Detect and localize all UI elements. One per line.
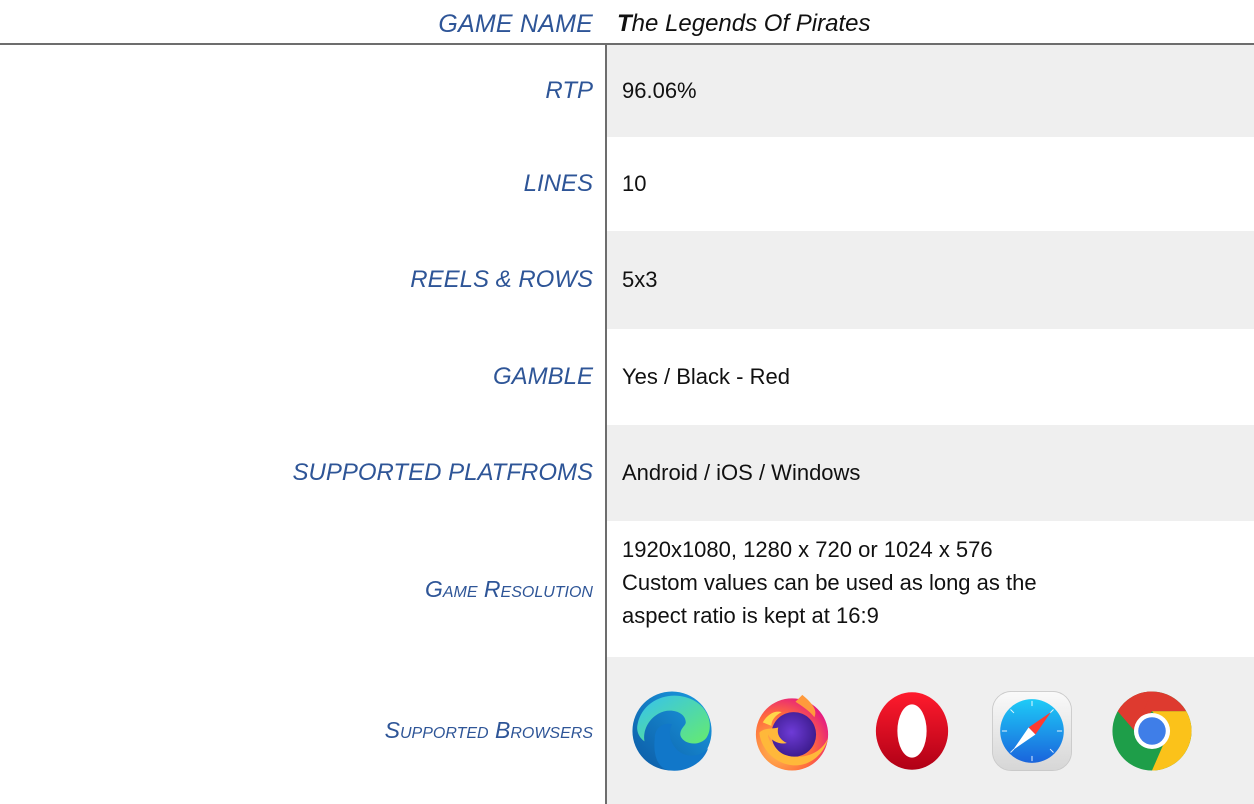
game-name-label: GAME NAME [438,10,593,38]
reels-rows-row: REELS & ROWS 5x3 [0,231,1254,329]
resolution-value: 1920x1080, 1280 x 720 or 1024 x 576 Cust… [607,521,1254,657]
lines-label: LINES [523,170,593,197]
resolution-line-3: aspect ratio is kept at 16:9 [622,603,879,628]
opera-icon [875,691,949,770]
edge-icon [632,690,712,771]
chrome-icon [1112,690,1192,771]
browsers-row: Supported Browsers [0,657,1254,804]
platforms-label: SUPPORTED PLATFROMS [292,459,594,486]
reels-rows-value: 5x3 [607,231,1254,329]
game-name-rest: he Legends Of Pirates [631,10,871,37]
header-row: GAME NAME The Legends Of Pirates [0,0,1254,43]
rtp-value: 96.06% [607,45,1254,137]
rtp-row: RTP 96.06% [0,45,1254,137]
safari-icon [992,690,1072,771]
game-name-initial: T [617,10,632,37]
platforms-row: SUPPORTED PLATFROMS Android / iOS / Wind… [0,425,1254,521]
game-info-table: GAME NAME The Legends Of Pirates RTP 96.… [0,0,1254,804]
lines-value: 10 [622,171,647,196]
rtp-label: RTP [545,77,593,104]
gamble-value: Yes / Black - Red [622,364,790,389]
column-divider [605,44,607,804]
gamble-label: GAMBLE [492,363,593,390]
resolution-line-1: 1920x1080, 1280 x 720 or 1024 x 576 [622,537,993,562]
reels-rows-label: REELS & ROWS [410,266,593,293]
firefox-icon [755,694,829,771]
browser-icons [607,657,1254,804]
game-name-value: The Legends Of Pirates [617,4,871,44]
gamble-row: GAMBLE Yes / Black - Red [0,329,1254,425]
browsers-label: Supported Browsers [384,717,593,743]
lines-row: LINES 10 [0,137,1254,231]
resolution-line-2: Custom values can be used as long as the [622,570,1037,595]
resolution-label: Game Resolution [424,575,593,602]
resolution-row: Game Resolution 1920x1080, 1280 x 720 or… [0,521,1254,657]
platforms-value: Android / iOS / Windows [607,425,1254,521]
